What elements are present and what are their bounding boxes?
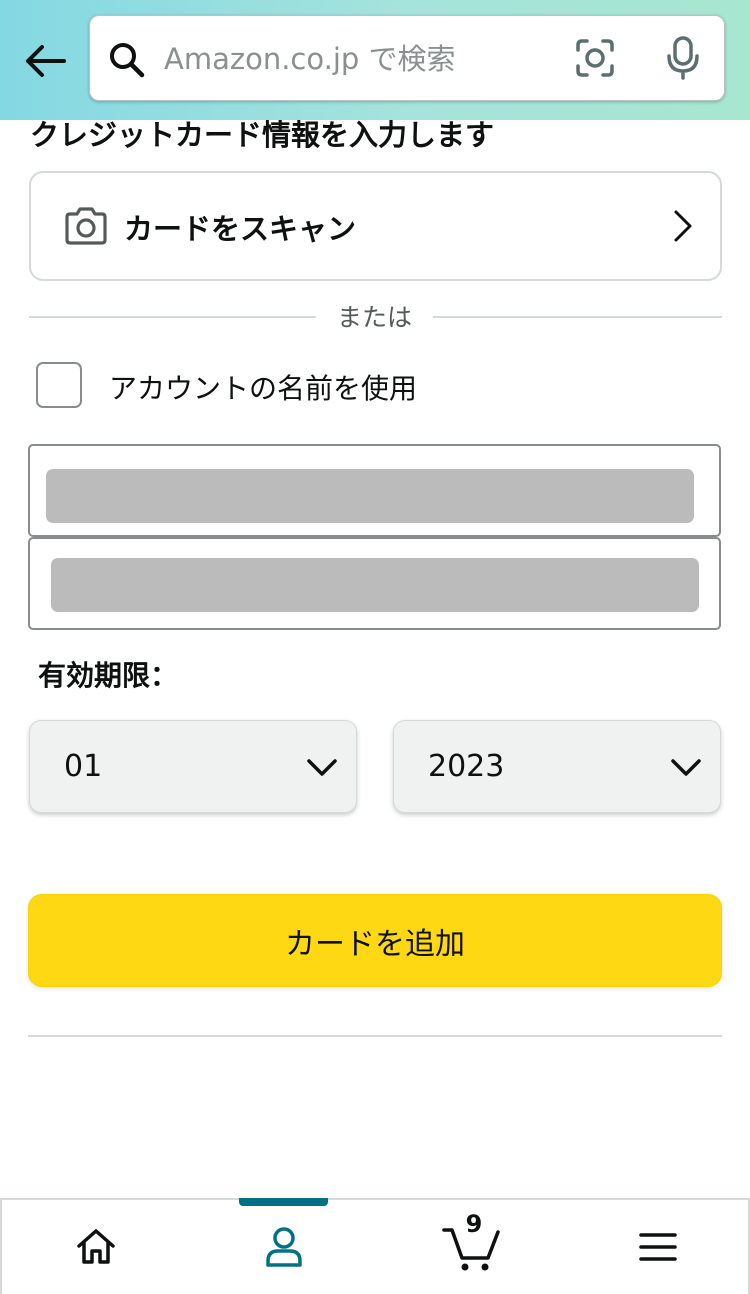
add-card-button[interactable]: カードを追加	[28, 894, 722, 987]
expiry-month-select[interactable]: 01	[29, 720, 357, 813]
divider-text: または	[336, 303, 412, 332]
card-number-redacted	[46, 469, 694, 523]
search-input[interactable]	[164, 36, 564, 82]
cart-wrap: 9	[442, 1210, 502, 1274]
chevron-down-icon	[671, 759, 701, 776]
camera-lens-icon[interactable]	[574, 37, 616, 79]
divider-line-left	[29, 316, 316, 318]
nav-home[interactable]	[16, 1200, 176, 1294]
account-icon	[266, 1227, 302, 1267]
search-box[interactable]	[89, 15, 725, 101]
scan-card-label: カードをスキャン	[124, 212, 357, 246]
page-title: クレジットカード情報を入力します	[30, 118, 495, 152]
chevron-down-icon	[307, 759, 337, 776]
microphone-icon[interactable]	[662, 35, 704, 81]
home-icon	[77, 1229, 115, 1264]
bottom-nav: 9	[0, 1198, 750, 1294]
nav-cart[interactable]: 9	[392, 1200, 552, 1294]
scan-card-button[interactable]: カードをスキャン	[29, 171, 722, 281]
card-name-redacted	[51, 558, 699, 612]
use-account-name-label: アカウントの名前を使用	[109, 372, 418, 405]
or-divider: または	[29, 295, 722, 339]
nav-account[interactable]	[204, 1200, 364, 1294]
expiry-year-value: 2023	[428, 749, 505, 784]
camera-icon	[65, 207, 107, 245]
chevron-right-icon	[674, 210, 692, 242]
header-bar	[0, 0, 750, 120]
expiry-month-value: 01	[64, 749, 103, 784]
card-name-field[interactable]	[28, 537, 721, 630]
cart-count-badge: 9	[465, 1210, 483, 1238]
expiry-year-select[interactable]: 2023	[393, 720, 721, 813]
section-divider	[28, 1035, 722, 1037]
divider-line-right	[433, 316, 722, 318]
card-number-field[interactable]	[28, 444, 721, 537]
back-button[interactable]	[22, 38, 68, 84]
use-account-name-checkbox[interactable]	[36, 362, 82, 408]
search-icon	[110, 43, 145, 78]
back-arrow-icon	[26, 45, 66, 77]
expiry-label: 有効期限：	[38, 659, 179, 692]
nav-menu[interactable]	[578, 1200, 738, 1294]
menu-icon	[639, 1233, 677, 1261]
